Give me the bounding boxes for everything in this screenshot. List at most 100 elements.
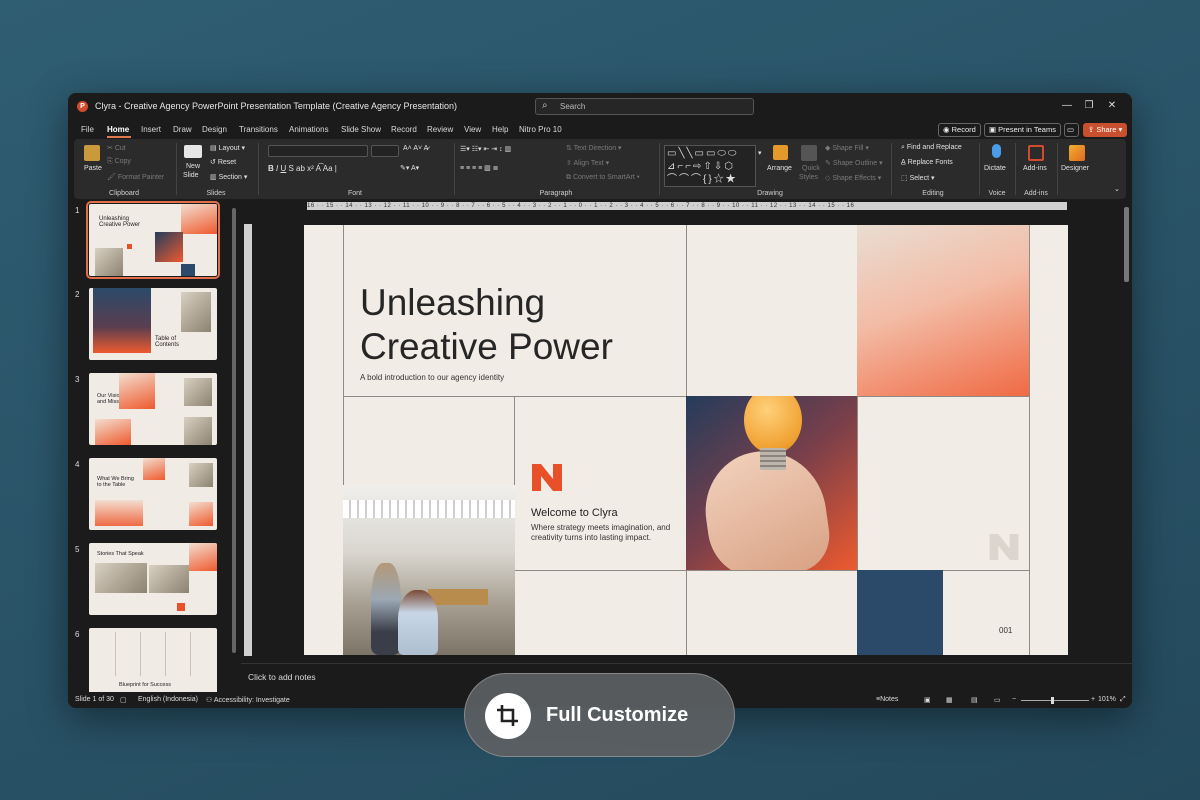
welcome-heading[interactable]: Welcome to Clyra [531,507,618,519]
slide-canvas[interactable]: Unleashing Creative Power A bold introdu… [304,225,1068,655]
badge-label: Full Customize [546,704,689,726]
font-name-dropdown[interactable] [268,145,368,157]
tab-draw[interactable]: Draw [173,125,192,134]
new-slide-button[interactable]: New [186,163,200,170]
search-box[interactable]: ⌕ Search [535,98,754,115]
replace-fonts-button[interactable]: A̲ Replace Fonts [901,159,953,166]
slideshow-icon[interactable]: ▭ [994,696,1001,704]
minimize-button[interactable]: — [1060,100,1074,111]
spelling-icon[interactable]: ▢ [120,696,127,704]
tab-design[interactable]: Design [202,125,227,134]
align-buttons[interactable]: ≡ ≡ ≡ ≡ ▥ ≣ [460,164,499,172]
convert-smartart-button[interactable]: ⧉ Convert to SmartArt ▾ [566,174,640,182]
editing-group: ⌕ Find and Replace A̲ Replace Fonts ⬚ Se… [893,139,973,199]
reading-view-icon[interactable]: ▤ [971,696,978,704]
divider [454,143,455,195]
tab-insert[interactable]: Insert [141,125,161,134]
shape-effects-button[interactable]: ◇ Shape Effects ▾ [825,174,881,182]
find-replace-button[interactable]: ⌕ Find and Replace [901,144,962,152]
thumbnails-scrollbar[interactable] [232,208,236,653]
close-button[interactable]: ✕ [1105,100,1119,111]
select-button[interactable]: ⬚ Select ▾ [901,174,935,182]
font-color-buttons[interactable]: ✎▾ A▾ [400,164,419,172]
list-buttons[interactable]: ☰▾ ☷▾ ⇤ ⇥ ↕ ▥ [460,145,511,153]
designer-button[interactable]: Designer [1061,165,1089,172]
thumbnail-slide-3[interactable]: Our Vision and Mission [89,373,217,445]
font-size-controls[interactable]: A˄ A˅ A̷ [403,145,428,152]
tab-transitions[interactable]: Transitions [239,125,278,134]
shape-outline-button[interactable]: ✎ Shape Outline ▾ [825,159,883,167]
blue-block[interactable] [857,570,943,655]
shapes-gallery-more[interactable]: ▾ [758,149,762,157]
accessibility-status[interactable]: ⚇ Accessibility: Investigate [206,696,290,704]
slide-subtitle[interactable]: A bold introduction to our agency identi… [360,373,504,382]
thumbnail-slide-2[interactable]: Table of Contents [89,288,217,360]
thumbnail-number: 2 [75,290,80,299]
notes-toggle[interactable]: ≡Notes [876,696,898,703]
copy-button[interactable]: ⎘ Copy [107,158,131,166]
welcome-body[interactable]: Where strategy meets imagination, and cr… [531,523,671,543]
editor-scrollbar[interactable] [1124,207,1129,282]
clyra-logo-icon[interactable] [532,464,562,491]
collapse-ribbon-icon[interactable]: ⌄ [1114,185,1120,193]
zoom-level[interactable]: 101% [1098,696,1116,703]
lightbulb-hand-image[interactable] [686,396,857,570]
font-size-dropdown[interactable] [371,145,399,157]
zoom-slider[interactable] [1021,700,1089,701]
ceiling-beams [343,500,515,518]
dictate-button[interactable]: Dictate [984,165,1006,172]
editing-label: Editing [922,190,944,197]
thumbnail-slide-5[interactable]: Stories That Speak [89,543,217,615]
slide-sorter-icon[interactable]: ▦ [946,696,953,704]
align-text-button[interactable]: ⇳ Align Text ▾ [566,159,609,167]
new-slide-button-line2[interactable]: Slide [183,172,199,179]
zoom-out-button[interactable]: − [1012,696,1016,703]
thumbnail-slide-6[interactable]: Blueprint for Success [89,628,217,700]
format-painter-button[interactable]: 🖌 Format Painter [107,173,164,181]
new-slide-icon [184,145,202,158]
reset-button[interactable]: ↺ Reset [210,158,236,166]
tab-record[interactable]: Record [391,125,417,134]
section-button[interactable]: ▥ Section ▾ [210,173,247,181]
quick-styles-button-line2[interactable]: Styles [799,174,818,181]
zoom-slider-thumb[interactable] [1051,697,1054,704]
slide-title[interactable]: Unleashing Creative Power [360,281,613,369]
thumbnail-slide-4[interactable]: What We Bring to the Table [89,458,217,530]
tab-view[interactable]: View [464,125,481,134]
cut-button[interactable]: ✂ Cut [107,144,126,152]
tab-slide-show[interactable]: Slide Show [341,125,381,134]
office-photo[interactable] [343,485,515,655]
layout-button[interactable]: ▤ Layout ▾ [210,144,245,152]
photo-furniture [428,589,488,605]
share-button[interactable]: ⇪ Share ▾ [1083,123,1128,137]
tab-animations[interactable]: Animations [289,125,329,134]
voice-label: Voice [988,190,1006,197]
thumbnail-slide-1[interactable]: Unleashing Creative Power [86,201,220,279]
comments-icon[interactable]: ▭ [1064,123,1079,137]
language-status[interactable]: English (Indonesia) [138,696,198,703]
text-direction-button[interactable]: ⇅ Text Direction ▾ [566,144,622,152]
lightbulb-icon [744,396,802,454]
tab-file[interactable]: File [81,125,94,134]
tab-help[interactable]: Help [492,125,508,134]
shape-fill-button[interactable]: ◆ Shape Fill ▾ [825,144,869,152]
normal-view-icon[interactable]: ▣ [924,696,931,704]
gradient-panel[interactable] [857,225,1029,396]
fit-slide-icon[interactable]: ⤢ [1120,696,1126,704]
font-format-buttons[interactable]: B I U S ab x² A͡ Aa | [268,164,337,173]
arrange-button[interactable]: Arrange [767,165,792,172]
addins-button[interactable]: Add-ins [1023,165,1047,172]
record-button[interactable]: ◉ Record [938,123,981,137]
paste-button[interactable]: Paste [84,165,102,172]
thumbnail-number: 4 [75,460,80,469]
zoom-in-button[interactable]: + [1091,696,1095,703]
shapes-gallery[interactable]: ▭╲╲▭▭⬭⬭ ⊿⌐⌐⇨⇧⇩⬡ ⌒⌒⌒{}☆★ [664,145,756,187]
tab-review[interactable]: Review [427,125,453,134]
addins-label: Add-ins [1024,190,1048,197]
present-in-teams-button[interactable]: ▣ Present in Teams [984,123,1061,137]
restore-button[interactable]: ❐ [1082,100,1096,111]
tab-nitro[interactable]: Nitro Pro 10 [519,125,562,134]
tab-home[interactable]: Home [107,125,129,134]
quick-styles-button[interactable]: Quick [802,165,820,172]
active-tab-indicator [107,136,131,138]
